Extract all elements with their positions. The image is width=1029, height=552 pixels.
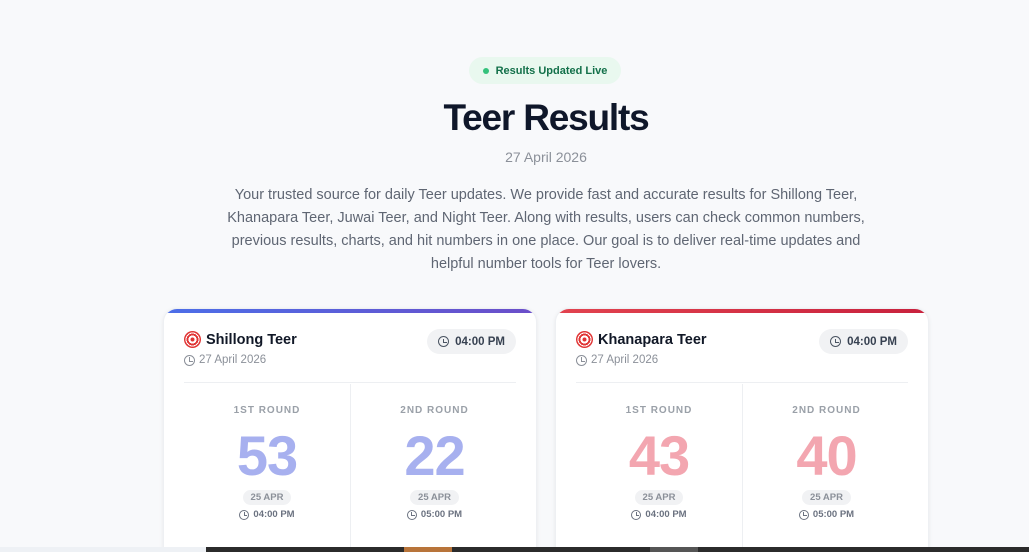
- strip-segment: [650, 547, 698, 552]
- game-title: Khanapara Teer: [576, 331, 707, 348]
- page-date: 27 April 2026: [505, 149, 587, 165]
- target-icon: [576, 331, 593, 348]
- game-name: Khanapara Teer: [598, 331, 707, 348]
- round-time-text: 04:00 PM: [645, 509, 687, 520]
- round-2: 2ND ROUND 40 25 APR 05:00 PM: [743, 384, 910, 552]
- clock-icon: [576, 354, 587, 366]
- round-label: 2ND ROUND: [792, 405, 861, 416]
- live-dot-icon: [482, 67, 489, 74]
- strip-segment: [0, 547, 206, 552]
- round-label: 2ND ROUND: [400, 405, 469, 416]
- game-title: Shillong Teer: [184, 331, 297, 348]
- game-date-text: 27 April 2026: [199, 354, 267, 366]
- round-time: 05:00 PM: [743, 509, 910, 520]
- clock-icon: [830, 336, 842, 347]
- round-time: 04:00 PM: [184, 509, 350, 520]
- round-day: 25 APR: [634, 490, 684, 505]
- clock-icon: [798, 509, 809, 520]
- clock-icon: [406, 509, 417, 520]
- round-1: 1ST ROUND 43 25 APR 04:00 PM: [576, 384, 743, 552]
- round-time: 04:00 PM: [576, 509, 742, 520]
- result-card-khanapara[interactable]: Khanapara Teer 27 April 2026 04:00 PM 1S…: [555, 308, 929, 552]
- game-date-text: 27 April 2026: [591, 354, 659, 366]
- card-accent-bar: [556, 309, 928, 313]
- round-number: 43: [628, 424, 690, 487]
- round-label: 1ST ROUND: [625, 405, 693, 416]
- round-time-text: 04:00 PM: [253, 509, 295, 520]
- card-header: Khanapara Teer 27 April 2026 04:00 PM: [576, 329, 908, 383]
- page-title: Teer Results: [443, 97, 650, 138]
- result-card-shillong[interactable]: Shillong Teer 27 April 2026 04:00 PM 1ST…: [163, 308, 537, 552]
- live-status-label: Results Updated Live: [495, 64, 608, 77]
- game-time-pill: 04:00 PM: [427, 329, 516, 354]
- round-number: 40: [796, 424, 857, 487]
- round-2: 2ND ROUND 22 25 APR 05:00 PM: [351, 384, 518, 552]
- round-time-text: 05:00 PM: [420, 509, 463, 520]
- game-name: Shillong Teer: [206, 331, 297, 348]
- strip-segment: [404, 547, 452, 552]
- game-time: 04:00 PM: [847, 335, 897, 348]
- game-date: 27 April 2026: [576, 354, 658, 366]
- round-day: 25 APR: [242, 490, 292, 505]
- clock-icon: [239, 509, 250, 520]
- clock-icon: [438, 336, 450, 347]
- round-day: 25 APR: [802, 490, 851, 505]
- bottom-strip: [0, 547, 1029, 552]
- intro-text: Your trusted source for daily Teer updat…: [227, 187, 865, 272]
- round-time-text: 05:00 PM: [812, 509, 855, 520]
- card-header: Shillong Teer 27 April 2026 04:00 PM: [184, 329, 516, 383]
- round-1: 1ST ROUND 53 25 APR 04:00 PM: [184, 384, 351, 552]
- game-time-pill: 04:00 PM: [819, 329, 908, 354]
- game-time: 04:00 PM: [455, 335, 505, 348]
- round-number: 22: [404, 424, 465, 487]
- clock-icon: [184, 354, 195, 366]
- clock-icon: [631, 509, 642, 520]
- card-accent-bar: [164, 309, 536, 313]
- round-number: 53: [236, 424, 298, 487]
- target-icon: [184, 331, 201, 348]
- live-status-badge: Results Updated Live: [469, 57, 621, 84]
- round-label: 1ST ROUND: [233, 405, 301, 416]
- game-date: 27 April 2026: [184, 354, 266, 366]
- round-day: 25 APR: [410, 490, 459, 505]
- round-time: 05:00 PM: [351, 509, 518, 520]
